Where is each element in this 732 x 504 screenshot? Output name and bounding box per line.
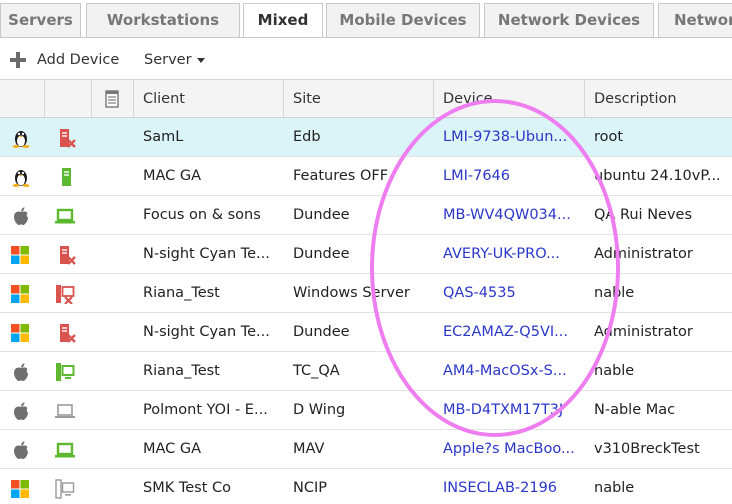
workstation-online-icon — [56, 363, 75, 381]
description-cell: Administrator — [594, 324, 693, 340]
column-header-os[interactable] — [0, 80, 45, 118]
description-cell: v310BreckTest — [594, 441, 700, 457]
description-cell: Administrator — [594, 246, 693, 262]
column-header-description[interactable]: Description — [585, 80, 732, 118]
column-header-status[interactable] — [45, 80, 92, 118]
tab-mobile-devices[interactable]: Mobile Devices — [326, 3, 480, 37]
description-cell: root — [594, 129, 624, 145]
table-row[interactable]: N-sight Cyan Te... Dundee EC2AMAZ-Q5VI... A… — [0, 313, 732, 352]
client-cell: Riana_Test — [143, 363, 220, 379]
column-header-device[interactable]: Device — [434, 80, 585, 118]
apple-icon — [14, 441, 28, 459]
add-device-button[interactable]: Add Device — [0, 42, 128, 78]
apple-icon — [14, 207, 28, 225]
description-cell: QA Rui Neves — [594, 207, 693, 223]
apple-icon — [14, 363, 28, 381]
column-header-client[interactable]: Client — [134, 80, 284, 118]
description-cell: nable — [594, 285, 635, 301]
table-row[interactable]: MAC GA Features OFF LMI-7646 ubuntu 24.10vP… — [0, 157, 732, 196]
laptop-online-icon — [55, 208, 75, 224]
table-row[interactable]: N-sight Cyan Te... Dundee AVERY-UK-PRO... A… — [0, 235, 732, 274]
device-link[interactable]: QAS-4535 — [434, 274, 585, 312]
server-offline-icon — [60, 129, 76, 148]
client-cell: SamL — [143, 129, 184, 145]
device-link[interactable]: INSECLAB-2196 — [434, 469, 585, 504]
linux-icon — [12, 170, 30, 187]
description-cell: ubuntu 24.10vP... — [594, 168, 721, 184]
linux-icon — [12, 131, 30, 148]
site-cell: Dundee — [293, 324, 350, 340]
apple-icon — [14, 402, 28, 420]
chevron-down-icon — [196, 57, 205, 63]
server-offline-icon — [60, 324, 76, 343]
client-cell: N-sight Cyan Te... — [143, 246, 270, 262]
client-cell: N-sight Cyan Te... — [143, 324, 270, 340]
site-cell: TC_QA — [293, 363, 340, 379]
device-link[interactable]: AVERY-UK-PRO... — [434, 235, 585, 273]
client-cell: Polmont YOI - E... — [143, 402, 268, 418]
windows-icon — [11, 324, 29, 342]
table-row[interactable]: SMK Test Co NCIP INSECLAB-2196 nable — [0, 469, 732, 504]
table-row[interactable]: Polmont YOI - E... D Wing MB-D4TXM17T3J N-a… — [0, 391, 732, 430]
windows-icon — [11, 480, 29, 498]
site-cell: MAV — [293, 441, 325, 457]
toolbar: Add Device Server — [0, 42, 732, 78]
client-cell: SMK Test Co — [143, 480, 231, 496]
site-cell: D Wing — [293, 402, 346, 418]
workstation-unknown-icon — [55, 479, 75, 499]
table-row[interactable]: Riana_Test Windows Server QAS-4535 nable — [0, 274, 732, 313]
description-cell: nable — [594, 363, 635, 379]
client-cell: Riana_Test — [143, 285, 220, 301]
table-row[interactable]: Riana_Test TC_QA AM4-MacOSx-S... nable — [0, 352, 732, 391]
description-cell: N-able Mac — [594, 402, 676, 418]
notes-icon — [105, 90, 119, 108]
tab-servers[interactable]: Servers — [0, 3, 81, 37]
server-online-icon — [62, 168, 71, 186]
laptop-online-icon — [55, 442, 75, 458]
tab-network-devices[interactable]: Network Devices — [484, 3, 654, 37]
site-cell: NCIP — [293, 480, 327, 496]
column-header-notes[interactable] — [92, 80, 134, 118]
device-type-tabs: Servers Workstations Mixed Mobile Device… — [0, 0, 732, 38]
tab-network-more[interactable]: Networ — [658, 3, 732, 37]
site-cell: Features OFF — [293, 168, 389, 184]
table-row[interactable]: MAC GA MAV Apple?s MacBoo... v310BreckTest — [0, 430, 732, 469]
server-dropdown-button[interactable]: Server — [144, 42, 205, 78]
device-link[interactable]: MB-WV4QW034... — [434, 196, 585, 234]
add-device-label: Add Device — [37, 52, 120, 68]
site-cell: Dundee — [293, 207, 350, 223]
client-cell: Focus on & sons — [143, 207, 261, 223]
table-row[interactable]: SamL Edb LMI-9738-Ubun... root — [0, 118, 732, 157]
tab-mixed[interactable]: Mixed — [243, 3, 323, 37]
tab-workstations[interactable]: Workstations — [86, 3, 240, 37]
server-dropdown-label: Server — [144, 52, 192, 68]
server-offline-icon — [60, 246, 76, 265]
device-link[interactable]: LMI-9738-Ubun... — [434, 118, 585, 156]
device-link[interactable]: Apple?s MacBoo... — [434, 430, 585, 468]
site-cell: Edb — [293, 129, 321, 145]
site-cell: Dundee — [293, 246, 350, 262]
windows-icon — [11, 246, 29, 264]
site-cell: Windows Server — [293, 285, 410, 301]
windows-icon — [11, 285, 29, 303]
client-cell: MAC GA — [143, 168, 202, 184]
laptop-offline-icon — [55, 404, 75, 418]
plus-icon — [10, 52, 26, 68]
description-cell: nable — [594, 480, 635, 496]
grid-header: Client Site Device Description — [0, 79, 732, 118]
device-link[interactable]: MB-D4TXM17T3J — [434, 391, 585, 429]
device-link[interactable]: EC2AMAZ-Q5VI... — [434, 313, 585, 351]
workstation-offline-icon — [56, 285, 75, 304]
column-header-site[interactable]: Site — [284, 80, 434, 118]
device-link[interactable]: LMI-7646 — [434, 157, 585, 195]
client-cell: MAC GA — [143, 441, 202, 457]
device-link[interactable]: AM4-MacOSx-S... — [434, 352, 585, 390]
table-row[interactable]: Focus on & sons Dundee MB-WV4QW034... QA Ru… — [0, 196, 732, 235]
